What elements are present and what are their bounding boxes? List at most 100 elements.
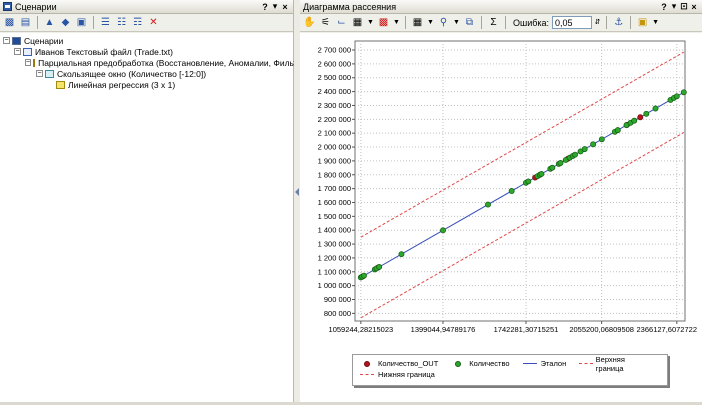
toolbar-divider xyxy=(93,16,94,29)
x-tick-label: 1399044,94789176 xyxy=(411,325,476,334)
pin-menu-icon[interactable]: ▾ xyxy=(270,1,280,12)
stepper-icon[interactable]: ⇵ xyxy=(593,15,602,30)
y-tick-label: 2 600 000 xyxy=(318,59,351,68)
axis-settings-icon[interactable]: ⌙ xyxy=(334,15,349,30)
scenarios-titlebar: Сценарии ? ▾ × xyxy=(0,0,293,14)
import-icon[interactable]: ▲ xyxy=(42,15,57,30)
tree-expander-icon[interactable]: − xyxy=(3,37,10,44)
chevron-down-icon[interactable]: ▼ xyxy=(452,15,461,30)
process-icon[interactable]: ◆ xyxy=(58,15,73,30)
scatter-title: Диаграмма рассеяния xyxy=(303,1,397,12)
tree-a-icon[interactable]: ☰ xyxy=(98,15,113,30)
scenarios-panel: Сценарии ? ▾ × ▩ ▤ ▲ ◆ ▣ ☰ ☷ ☶ ✕ − Сценар… xyxy=(0,0,324,405)
tree-node-label: Сценарии xyxy=(24,35,64,46)
data-point[interactable] xyxy=(572,151,578,158)
legend-label: Количество_OUT xyxy=(378,359,439,368)
chevron-down-icon[interactable]: ▼ xyxy=(426,15,435,30)
tree-expander-icon[interactable] xyxy=(47,81,54,88)
close-icon[interactable]: × xyxy=(689,2,699,12)
y-tick-label: 1 800 000 xyxy=(318,170,351,179)
data-point[interactable] xyxy=(376,263,383,270)
tree-node[interactable]: − Парциальная предобработка (Восстановлен… xyxy=(0,57,324,68)
column-filter-icon[interactable]: ⚟ xyxy=(318,15,333,30)
restore-icon[interactable]: ⊡ xyxy=(679,1,689,12)
data-point[interactable] xyxy=(549,164,556,171)
mark-icon[interactable]: ⚓ xyxy=(611,15,626,30)
tree-node[interactable]: − Иванов Текстовый файл (Trade.txt) xyxy=(0,46,293,57)
pin-menu-icon[interactable]: ▾ xyxy=(669,1,679,12)
data-point[interactable] xyxy=(652,105,659,112)
tree-c-icon[interactable]: ☶ xyxy=(130,15,145,30)
legend-item-quantity-out[interactable]: Количество_OUT xyxy=(359,359,438,368)
tree-node[interactable]: − Сценарии xyxy=(0,35,293,46)
data-point[interactable] xyxy=(637,114,644,121)
data-point[interactable] xyxy=(525,178,532,185)
visualizer-icon[interactable]: ▣ xyxy=(635,15,650,30)
tree-expander-icon[interactable]: − xyxy=(25,59,32,66)
chevron-down-icon[interactable]: ▼ xyxy=(651,15,660,30)
copy-icon[interactable]: ⧉ xyxy=(462,15,477,30)
data-point[interactable] xyxy=(360,272,367,279)
scatter-plot: 800 000 900 000 1 000 000 1 100 000 1 200 00… xyxy=(318,40,697,334)
data-point[interactable] xyxy=(590,141,597,148)
collapse-arrow-icon[interactable] xyxy=(295,188,299,196)
close-icon[interactable]: × xyxy=(280,2,290,12)
data-point[interactable] xyxy=(643,110,650,117)
chart-type-icon[interactable]: ▩ xyxy=(376,15,391,30)
window-node-icon xyxy=(45,69,54,78)
chart-legend: Количество_OUT Количество Эталон Верхняя… xyxy=(352,354,668,386)
data-point[interactable] xyxy=(581,146,588,153)
data-point[interactable] xyxy=(673,93,680,100)
file-node-icon xyxy=(23,47,32,56)
data-point[interactable] xyxy=(485,201,491,208)
help-icon[interactable]: ? xyxy=(659,2,669,12)
scatter-titlebar: Диаграмма рассеяния ? ▾ ⊡ × xyxy=(300,0,702,14)
y-tick-label: 900 000 xyxy=(324,295,351,304)
hand-icon[interactable]: ✋ xyxy=(302,15,317,30)
legend-item-quantity[interactable]: Количество xyxy=(450,359,510,368)
data-point[interactable] xyxy=(557,160,564,166)
chevron-down-icon[interactable]: ▼ xyxy=(392,15,401,30)
legend-item-lower-bound[interactable]: Нижняя граница xyxy=(359,370,435,379)
zoom-icon[interactable]: ⚲ xyxy=(436,15,451,30)
grid-icon[interactable]: ▦ xyxy=(410,15,425,30)
open-icon[interactable]: ▤ xyxy=(18,15,33,30)
y-tick-label: 1 400 000 xyxy=(318,226,351,235)
tree-expander-icon[interactable]: − xyxy=(36,70,43,77)
data-point[interactable] xyxy=(680,89,687,96)
y-tick-label: 1 600 000 xyxy=(318,198,351,207)
legend-item-reference[interactable]: Эталон xyxy=(522,359,566,368)
data-point[interactable] xyxy=(508,188,515,194)
toolbar-divider xyxy=(481,16,482,29)
data-point[interactable] xyxy=(614,127,621,134)
chevron-down-icon[interactable]: ▼ xyxy=(366,15,375,30)
tree-b-icon[interactable]: ☷ xyxy=(114,15,129,30)
toolbar-divider xyxy=(37,16,38,29)
help-icon[interactable]: ? xyxy=(260,2,270,12)
y-tick-label: 1 700 000 xyxy=(318,184,351,193)
tree-node[interactable]: Линейная регрессия (3 x 1) xyxy=(0,79,293,90)
export-icon[interactable]: ▣ xyxy=(74,15,89,30)
error-label: Ошибка: xyxy=(513,17,550,28)
toolbar-divider xyxy=(606,16,608,29)
legend-label: Количество xyxy=(469,359,510,368)
tree-expander-icon[interactable]: − xyxy=(14,48,21,55)
legend-item-upper-bound[interactable]: Верхняя граница xyxy=(578,355,649,373)
data-point[interactable] xyxy=(631,117,638,124)
sigma-button[interactable]: Σ xyxy=(486,15,501,30)
y-tick-label: 2 200 000 xyxy=(318,115,351,124)
scatter-toolbar: ✋ ⚟ ⌙ ▦ ▼ ▩ ▼ ▦ ▼ ⚲ ▼ ⧉ Σ Ошибка: ⇵ ⚓ ▣ … xyxy=(300,14,702,32)
wizard-icon[interactable]: ▩ xyxy=(2,15,17,30)
toolbar-divider xyxy=(505,16,506,29)
x-tick-label: 2055200,06809508 xyxy=(569,325,634,334)
data-point[interactable] xyxy=(598,136,605,143)
y-tick-label: 2 300 000 xyxy=(318,101,351,110)
y-tick-label: 1 100 000 xyxy=(318,267,351,276)
delete-icon[interactable]: ✕ xyxy=(146,15,161,30)
tree-node[interactable]: − Скользящее окно (Количество [-12:0]) xyxy=(0,68,293,79)
table-view-icon[interactable]: ▦ xyxy=(350,15,365,30)
data-point[interactable] xyxy=(398,251,405,258)
data-point[interactable] xyxy=(538,170,545,177)
data-point[interactable] xyxy=(440,227,446,234)
error-input[interactable] xyxy=(552,16,593,29)
